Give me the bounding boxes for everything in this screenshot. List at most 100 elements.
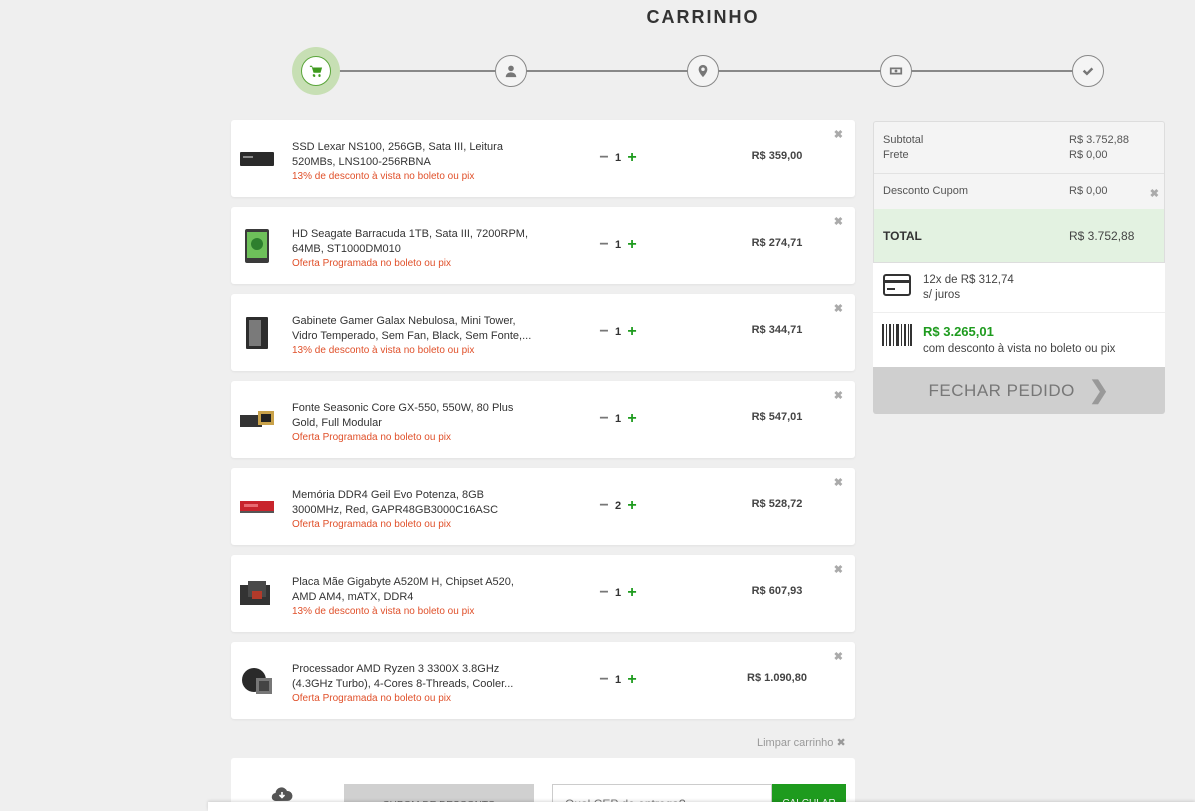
remove-item-button[interactable]: ✖ bbox=[834, 476, 843, 489]
increase-button[interactable]: + bbox=[625, 236, 639, 254]
ssd-icon bbox=[240, 142, 274, 176]
cart-item: Memória DDR4 Geil Evo Potenza, 8GB 3000M… bbox=[231, 468, 855, 545]
increase-button[interactable]: + bbox=[625, 497, 639, 515]
motherboard-icon bbox=[240, 577, 274, 611]
item-note: Oferta Programada no boleto ou pix bbox=[292, 519, 451, 530]
remove-item-button[interactable]: ✖ bbox=[834, 215, 843, 228]
total-row: TOTAL R$ 3.752,88 bbox=[874, 209, 1164, 262]
step-user[interactable] bbox=[495, 55, 527, 87]
cpu-icon bbox=[240, 664, 274, 698]
item-name[interactable]: Processador AMD Ryzen 3 3300X 3.8GHz (4.… bbox=[292, 662, 537, 692]
item-note: Oferta Programada no boleto ou pix bbox=[292, 258, 451, 269]
item-name[interactable]: Gabinete Gamer Galax Nebulosa, Mini Towe… bbox=[292, 314, 537, 344]
installments-interest: s/ juros bbox=[923, 289, 961, 301]
quantity-value: 1 bbox=[614, 413, 622, 425]
total-label: TOTAL bbox=[883, 229, 922, 243]
checkout-button[interactable]: FECHAR PEDIDO ❯ bbox=[873, 367, 1165, 414]
quantity-stepper: − 1 + bbox=[597, 323, 639, 341]
total-value: R$ 3.752,88 bbox=[1069, 229, 1135, 243]
item-name[interactable]: HD Seagate Barracuda 1TB, Sata III, 7200… bbox=[292, 227, 537, 257]
increase-button[interactable]: + bbox=[625, 323, 639, 341]
chevron-right-icon: ❯ bbox=[1088, 377, 1110, 404]
remove-coupon-button[interactable]: ✖ bbox=[1150, 187, 1159, 200]
item-price: R$ 274,71 bbox=[751, 237, 803, 249]
checkout-steps bbox=[292, 47, 1107, 96]
cart-item: Fonte Seasonic Core GX-550, 550W, 80 Plu… bbox=[231, 381, 855, 458]
location-pin-icon bbox=[698, 64, 708, 78]
boleto-option: R$ 3.265,01 com desconto à vista no bole… bbox=[873, 313, 1165, 367]
quantity-value: 2 bbox=[614, 500, 622, 512]
summary-box: Subtotal Frete R$ 3.752,88 R$ 0,00 Desco… bbox=[873, 121, 1165, 263]
quantity-stepper: − 1 + bbox=[597, 671, 639, 689]
cart-item: HD Seagate Barracuda 1TB, Sata III, 7200… bbox=[231, 207, 855, 284]
remove-item-button[interactable]: ✖ bbox=[834, 563, 843, 576]
item-name[interactable]: SSD Lexar NS100, 256GB, Sata III, Leitur… bbox=[292, 140, 537, 170]
remove-item-button[interactable]: ✖ bbox=[834, 650, 843, 663]
shipping-label: Frete bbox=[883, 149, 909, 161]
decrease-button[interactable]: − bbox=[597, 323, 611, 341]
subtotal-label: Subtotal bbox=[883, 134, 924, 146]
item-note: 13% de desconto à vista no boleto ou pix bbox=[292, 606, 475, 617]
item-price: R$ 359,00 bbox=[751, 150, 803, 162]
decrease-button[interactable]: − bbox=[597, 497, 611, 515]
psu-icon bbox=[240, 403, 274, 437]
remove-item-button[interactable]: ✖ bbox=[834, 389, 843, 402]
quantity-value: 1 bbox=[614, 326, 622, 338]
shipping-value: R$ 0,00 bbox=[1069, 149, 1108, 161]
checkout-label: FECHAR PEDIDO bbox=[928, 380, 1075, 400]
barcode-icon bbox=[882, 324, 912, 346]
cart-item: Processador AMD Ryzen 3 3300X 3.8GHz (4.… bbox=[231, 642, 855, 719]
item-name[interactable]: Fonte Seasonic Core GX-550, 550W, 80 Plu… bbox=[292, 401, 537, 431]
item-price: R$ 528,72 bbox=[751, 498, 803, 510]
decrease-button[interactable]: − bbox=[597, 671, 611, 689]
cart-icon bbox=[309, 65, 323, 77]
decrease-button[interactable]: − bbox=[597, 236, 611, 254]
item-note: 13% de desconto à vista no boleto ou pix bbox=[292, 171, 475, 182]
step-location[interactable] bbox=[687, 55, 719, 87]
step-cart[interactable] bbox=[292, 47, 340, 95]
clear-cart-link[interactable]: Limpar carrinho ✖ bbox=[757, 736, 846, 749]
cloud-download-icon bbox=[271, 787, 293, 802]
step-confirm[interactable] bbox=[1072, 55, 1104, 87]
order-summary: Subtotal Frete R$ 3.752,88 R$ 0,00 Desco… bbox=[873, 121, 1165, 414]
cart-item: Gabinete Gamer Galax Nebulosa, Mini Towe… bbox=[231, 294, 855, 371]
cart-items: SSD Lexar NS100, 256GB, Sata III, Leitur… bbox=[231, 120, 855, 729]
increase-button[interactable]: + bbox=[625, 410, 639, 428]
decrease-button[interactable]: − bbox=[597, 149, 611, 167]
check-icon bbox=[1082, 67, 1094, 76]
discount-value: R$ 0,00 bbox=[1069, 185, 1108, 197]
subtotal-value: R$ 3.752,88 bbox=[1069, 134, 1129, 146]
user-icon bbox=[505, 65, 517, 78]
increase-button[interactable]: + bbox=[625, 584, 639, 602]
decrease-button[interactable]: − bbox=[597, 584, 611, 602]
increase-button[interactable]: + bbox=[625, 671, 639, 689]
quantity-stepper: − 1 + bbox=[597, 149, 639, 167]
quantity-value: 1 bbox=[614, 587, 622, 599]
quantity-value: 1 bbox=[614, 674, 622, 686]
bottom-bar bbox=[208, 802, 1195, 811]
step-payment[interactable] bbox=[880, 55, 912, 87]
item-price: R$ 607,93 bbox=[751, 585, 803, 597]
item-name[interactable]: Memória DDR4 Geil Evo Potenza, 8GB 3000M… bbox=[292, 488, 537, 518]
item-note: Oferta Programada no boleto ou pix bbox=[292, 432, 451, 443]
ram-icon bbox=[240, 490, 274, 524]
cart-item: Placa Mãe Gigabyte A520M H, Chipset A520… bbox=[231, 555, 855, 632]
case-icon bbox=[240, 316, 274, 350]
credit-card-icon bbox=[883, 274, 911, 296]
item-note: Oferta Programada no boleto ou pix bbox=[292, 693, 451, 704]
item-name[interactable]: Placa Mãe Gigabyte A520M H, Chipset A520… bbox=[292, 575, 537, 605]
discount-label: Desconto Cupom bbox=[883, 185, 968, 197]
item-price: R$ 547,01 bbox=[751, 411, 803, 423]
remove-item-button[interactable]: ✖ bbox=[834, 128, 843, 141]
quantity-stepper: − 1 + bbox=[597, 236, 639, 254]
page-title: CARRINHO bbox=[646, 7, 760, 27]
increase-button[interactable]: + bbox=[625, 149, 639, 167]
installments-text: 12x de R$ 312,74 bbox=[923, 274, 1014, 286]
remove-item-button[interactable]: ✖ bbox=[834, 302, 843, 315]
boleto-text: com desconto à vista no boleto ou pix bbox=[923, 343, 1116, 355]
quantity-stepper: − 1 + bbox=[597, 410, 639, 428]
quantity-value: 1 bbox=[614, 239, 622, 251]
quantity-stepper: − 1 + bbox=[597, 584, 639, 602]
installments-option: 12x de R$ 312,74 s/ juros bbox=[873, 263, 1165, 313]
decrease-button[interactable]: − bbox=[597, 410, 611, 428]
